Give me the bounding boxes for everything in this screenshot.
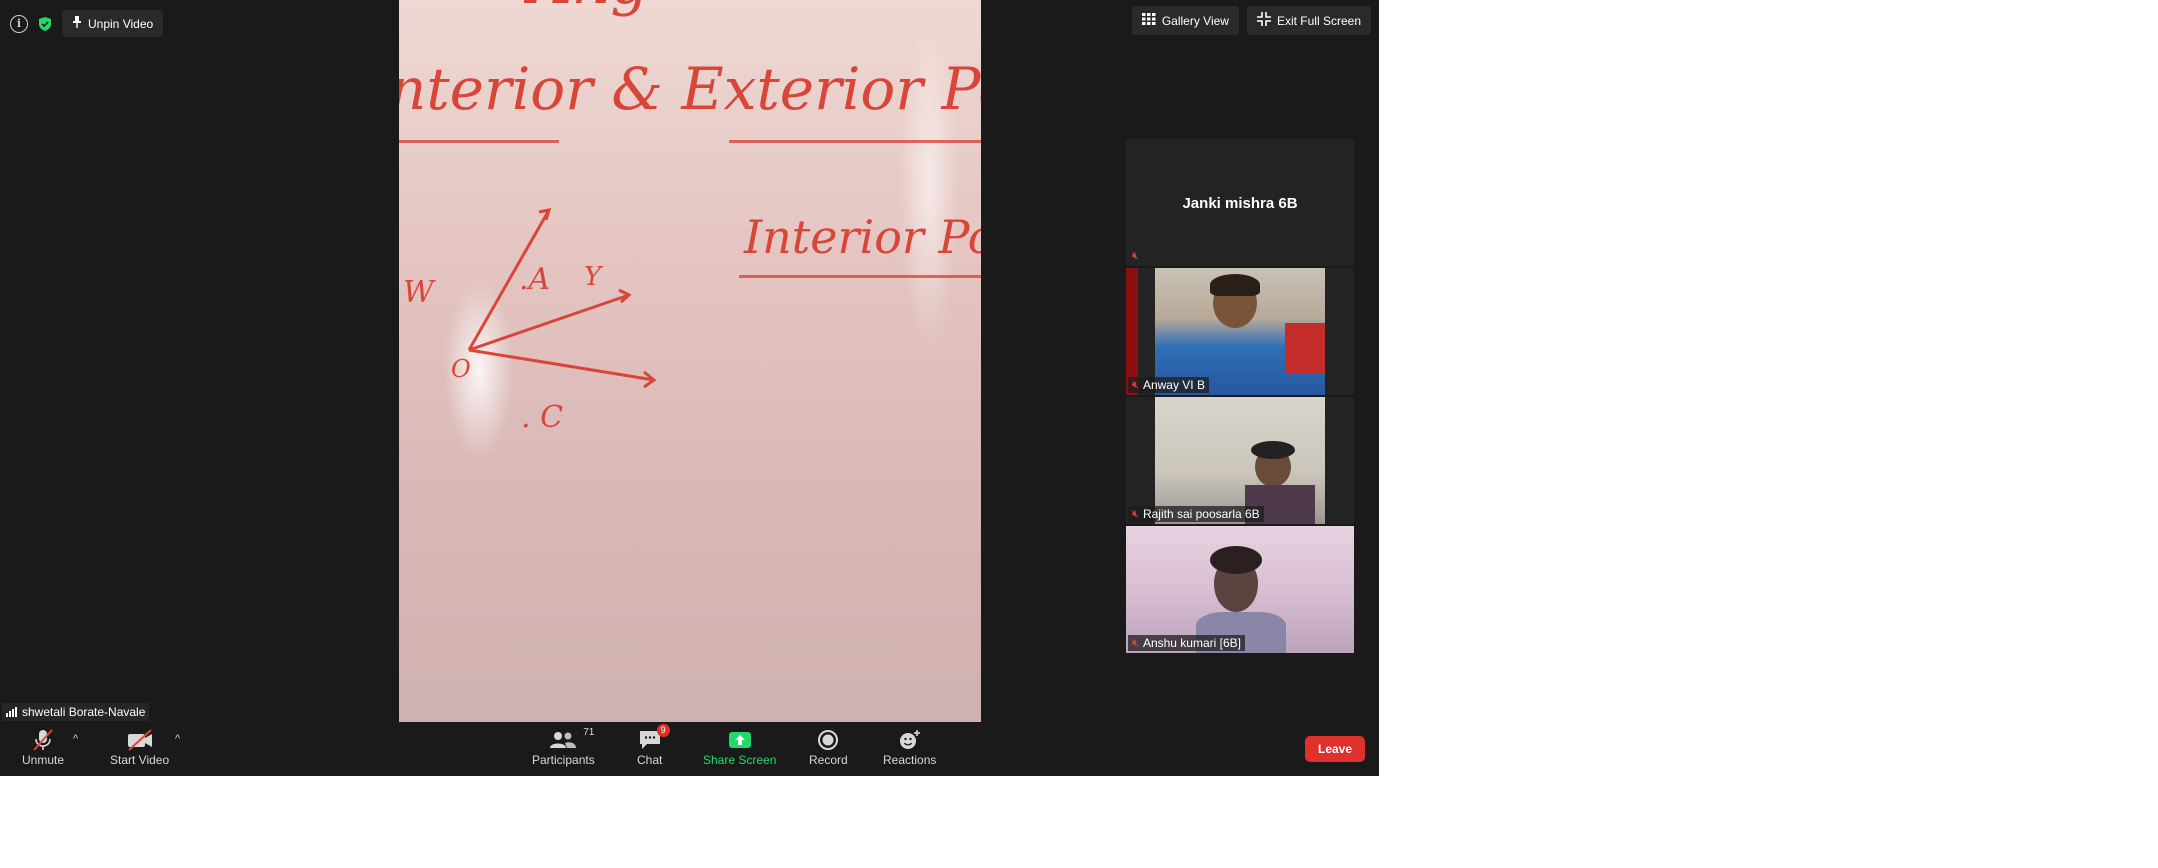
point-label-y: Y: [584, 262, 602, 292]
chat-button[interactable]: 9 Chat: [637, 724, 670, 767]
exit-fullscreen-icon: [1256, 12, 1271, 29]
active-speaker-tag: shwetali Borate-Navale: [2, 703, 150, 721]
mic-muted-icon: 🔇︎: [1132, 636, 1139, 649]
gallery-view-label: Gallery View: [1161, 13, 1229, 28]
record-button[interactable]: Record: [809, 727, 848, 767]
board-subheading: Interior Po: [744, 210, 981, 264]
gallery-view-button[interactable]: Gallery View: [1131, 6, 1239, 35]
unmute-label: Unmute: [22, 753, 65, 767]
participants-count: 71: [583, 727, 595, 738]
participant-tile[interactable]: Janki mishra 6B 🔇︎: [1126, 139, 1354, 266]
board-scribble: ~ Ang: [459, 0, 649, 18]
point-label-w: W: [403, 275, 434, 310]
participant-name-tag: 🔇︎: [1128, 249, 1143, 264]
start-video-button[interactable]: Start Video: [110, 727, 169, 767]
participant-name-large: Janki mishra 6B: [1182, 195, 1298, 212]
unmute-button[interactable]: Unmute: [22, 727, 64, 767]
reactions-icon: [898, 727, 922, 753]
record-label: Record: [809, 753, 848, 767]
meeting-info-bar: i Unpin Video: [10, 10, 164, 37]
mic-muted-icon: 🔇︎: [1132, 507, 1139, 520]
reactions-button[interactable]: Reactions: [883, 727, 936, 767]
board-underline: [399, 140, 559, 143]
participant-strip: Janki mishra 6B 🔇︎ 🔇︎ Anway VI B 🔇︎ Raji…: [1126, 139, 1354, 655]
participant-name: Anway VI B: [1142, 378, 1205, 392]
chat-unread-badge: 9: [656, 724, 670, 737]
unpin-video-button[interactable]: Unpin Video: [62, 10, 164, 37]
point-label-c: . C: [521, 400, 564, 435]
board-underline: [739, 275, 981, 278]
shield-icon[interactable]: [36, 15, 54, 33]
leave-button[interactable]: Leave: [1305, 736, 1365, 762]
record-icon: [817, 727, 839, 753]
chat-label: Chat: [637, 753, 663, 767]
video-off-icon: [126, 727, 154, 753]
participants-icon: 71: [548, 727, 594, 753]
participant-name-tag: 🔇︎ Anway VI B: [1128, 377, 1209, 393]
board-underline: [729, 140, 981, 143]
participant-video: [1126, 268, 1325, 395]
participant-tile[interactable]: 🔇︎ Rajith sai poosarla 6B: [1126, 397, 1354, 524]
reactions-label: Reactions: [883, 753, 937, 767]
audio-options-caret[interactable]: ^: [73, 733, 78, 745]
participant-name: Anshu kumari [6B]: [1142, 636, 1241, 650]
unpin-video-label: Unpin Video: [88, 16, 154, 31]
grid-icon: [1141, 13, 1156, 28]
participant-name-tag: 🔇︎ Rajith sai poosarla 6B: [1128, 506, 1264, 522]
mic-off-icon: [32, 727, 54, 753]
share-screen-icon: [728, 727, 752, 753]
chat-icon: 9: [638, 724, 670, 753]
participant-video: [1155, 397, 1325, 524]
exit-full-screen-button[interactable]: Exit Full Screen: [1246, 6, 1371, 35]
zoom-meeting-window: i Unpin Video ~ Ang nterior & Exterior P…: [0, 0, 1379, 776]
participant-name-tag: 🔇︎ Anshu kumari [6B]: [1128, 635, 1245, 651]
point-label-a: .A: [519, 262, 551, 297]
participant-video: [1126, 526, 1354, 653]
mic-muted-icon: 🔇︎: [1132, 378, 1139, 391]
participant-tile[interactable]: 🔇︎ Anshu kumari [6B]: [1126, 526, 1354, 653]
info-icon[interactable]: i: [10, 14, 28, 33]
active-speaker-name: shwetali Borate-Navale: [22, 705, 146, 719]
exit-full-screen-label: Exit Full Screen: [1276, 13, 1361, 28]
signal-bars-icon: [6, 707, 17, 717]
mic-muted-icon: 🔇︎: [1132, 250, 1139, 262]
share-screen-label: Share Screen: [703, 753, 777, 767]
view-controls: Gallery View Exit Full Screen: [1131, 6, 1371, 35]
main-video[interactable]: ~ Ang nterior & Exterior Poin Interior P…: [399, 0, 981, 722]
leave-label: Leave: [1317, 742, 1353, 756]
point-label-o: O: [451, 355, 471, 383]
participant-name: Rajith sai poosarla 6B: [1142, 507, 1260, 521]
participants-button[interactable]: 71 Participants: [532, 727, 595, 767]
participant-tile[interactable]: 🔇︎ Anway VI B: [1126, 268, 1354, 395]
pin-icon: [72, 16, 82, 31]
participants-label: Participants: [532, 753, 595, 767]
board-heading: nterior & Exterior Poin: [399, 55, 981, 123]
share-screen-button[interactable]: Share Screen: [703, 727, 776, 767]
start-video-label: Start Video: [110, 753, 170, 767]
video-options-caret[interactable]: ^: [175, 733, 180, 745]
